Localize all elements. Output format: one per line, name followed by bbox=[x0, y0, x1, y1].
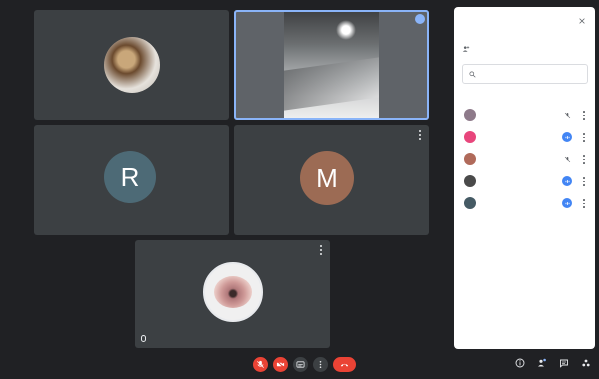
search-icon bbox=[469, 70, 476, 78]
pin-badge-icon[interactable] bbox=[415, 14, 425, 24]
person-avatar bbox=[464, 175, 476, 187]
list-item[interactable] bbox=[454, 193, 595, 215]
more-vert-icon[interactable] bbox=[582, 199, 586, 208]
more-vert-icon[interactable] bbox=[582, 155, 586, 164]
call-end-icon bbox=[340, 363, 349, 367]
more-vert-icon[interactable] bbox=[582, 133, 586, 142]
participant-tile[interactable]: M bbox=[234, 125, 429, 235]
control-bar bbox=[0, 355, 599, 379]
speaking-icon bbox=[562, 198, 572, 208]
people-list bbox=[454, 105, 595, 215]
camera-feed bbox=[284, 12, 379, 118]
camera-off-icon bbox=[276, 361, 285, 368]
people-panel bbox=[454, 7, 595, 349]
person-avatar bbox=[464, 153, 476, 165]
person-avatar bbox=[464, 131, 476, 143]
video-stage: R M bbox=[0, 0, 452, 379]
participant-avatar bbox=[203, 262, 263, 322]
leave-call-button[interactable] bbox=[333, 357, 356, 372]
person-avatar bbox=[464, 109, 476, 121]
call-controls bbox=[253, 357, 356, 372]
mic-off-icon bbox=[562, 154, 572, 164]
people-icon[interactable] bbox=[537, 358, 547, 368]
add-people-button[interactable] bbox=[462, 45, 476, 53]
close-icon[interactable] bbox=[578, 17, 586, 25]
more-vert-icon[interactable] bbox=[318, 245, 324, 255]
mic-off-icon bbox=[562, 110, 572, 120]
participant-avatar: M bbox=[300, 151, 354, 205]
list-item[interactable] bbox=[454, 105, 595, 127]
mic-toggle-button[interactable] bbox=[253, 357, 268, 372]
search-input[interactable] bbox=[481, 71, 581, 77]
list-item[interactable] bbox=[454, 171, 595, 193]
camera-toggle-button[interactable] bbox=[273, 357, 288, 372]
speaking-icon bbox=[562, 176, 572, 186]
add-person-icon bbox=[462, 46, 470, 52]
more-options-button[interactable] bbox=[313, 357, 328, 372]
captions-button[interactable] bbox=[293, 357, 308, 372]
more-vert-icon[interactable] bbox=[582, 111, 586, 120]
participant-avatar: R bbox=[104, 151, 156, 203]
more-vert-icon[interactable] bbox=[582, 177, 586, 186]
person-avatar bbox=[464, 197, 476, 209]
captions-icon bbox=[296, 361, 305, 368]
participant-tile[interactable]: R bbox=[34, 125, 229, 235]
participant-tile-active[interactable] bbox=[234, 10, 429, 120]
info-icon[interactable] bbox=[515, 358, 525, 368]
list-item[interactable] bbox=[454, 127, 595, 149]
avatar-photo bbox=[214, 276, 252, 308]
more-vert-icon[interactable] bbox=[417, 130, 423, 140]
activities-icon[interactable] bbox=[581, 358, 591, 368]
more-vert-icon bbox=[319, 360, 322, 369]
list-item[interactable] bbox=[454, 149, 595, 171]
side-panel-toggles bbox=[515, 358, 591, 368]
participant-avatar bbox=[104, 37, 160, 93]
participant-tile-self[interactable] bbox=[135, 240, 330, 348]
participant-tile[interactable] bbox=[34, 10, 229, 120]
speaking-icon bbox=[562, 132, 572, 142]
people-search-box[interactable] bbox=[462, 64, 588, 84]
mic-icon bbox=[141, 335, 146, 342]
chat-icon[interactable] bbox=[559, 358, 569, 368]
mic-off-icon bbox=[257, 360, 264, 368]
